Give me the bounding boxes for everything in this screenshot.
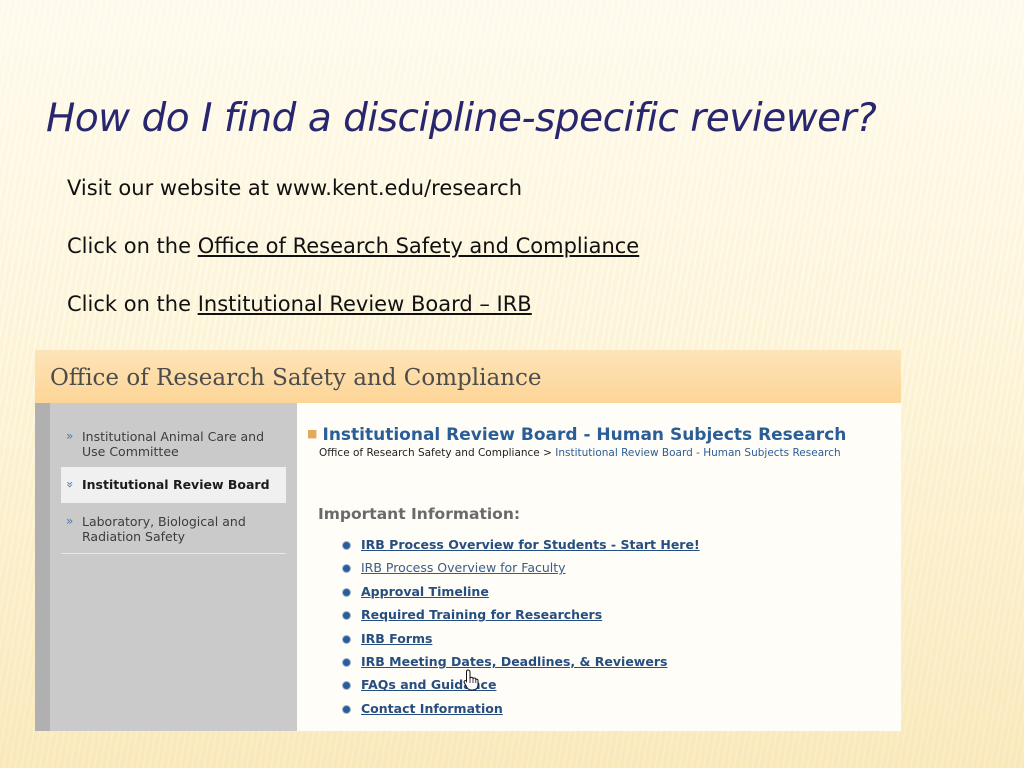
main-content: ■ Institutional Review Board - Human Sub… <box>297 403 901 731</box>
page-title: ■ Institutional Review Board - Human Sub… <box>307 425 846 445</box>
list-item: Required Training for Researchers <box>342 607 700 630</box>
circle-bullet-icon <box>342 704 351 714</box>
hand-pointer-icon <box>463 669 479 691</box>
instruction-prefix: Click on the <box>67 292 198 316</box>
breadcrumb: Office of Research Safety and Compliance… <box>319 447 841 459</box>
circle-bullet-icon <box>342 564 351 574</box>
sidebar-item-label: Institutional Review Board <box>82 477 270 492</box>
list-item: IRB Process Overview for Students - Star… <box>342 537 700 560</box>
circle-bullet-icon <box>342 587 351 597</box>
link-faculty-overview[interactable]: IRB Process Overview for Faculty <box>361 560 566 575</box>
site-header: Office of Research Safety and Compliance <box>35 350 901 403</box>
orsc-link[interactable]: Office of Research Safety and Compliance <box>198 234 640 258</box>
sidebar-item-lab-safety[interactable]: » Laboratory, Biological and Radiation S… <box>61 514 286 544</box>
sidebar-gutter <box>35 403 50 731</box>
circle-bullet-icon <box>342 634 351 644</box>
link-irb-forms[interactable]: IRB Forms <box>361 631 432 646</box>
breadcrumb-parent[interactable]: Office of Research Safety and Compliance <box>319 447 540 459</box>
info-links-list: IRB Process Overview for Students - Star… <box>342 537 700 724</box>
link-meeting-dates[interactable]: IRB Meeting Dates, Deadlines, & Reviewer… <box>361 654 667 669</box>
breadcrumb-separator: > <box>539 447 556 459</box>
circle-bullet-icon <box>342 611 351 621</box>
link-student-overview[interactable]: IRB Process Overview for Students - Star… <box>361 537 700 552</box>
square-bullet-icon: ■ <box>307 427 318 440</box>
site-header-title: Office of Research Safety and Compliance <box>50 365 542 391</box>
circle-bullet-icon <box>342 657 351 667</box>
link-approval-timeline[interactable]: Approval Timeline <box>361 584 489 599</box>
chevron-right-icon: » <box>66 514 74 528</box>
link-required-training[interactable]: Required Training for Researchers <box>361 607 602 622</box>
sidebar-item-animal-care[interactable]: » Institutional Animal Care and Use Comm… <box>61 429 286 459</box>
list-item: IRB Forms <box>342 631 700 654</box>
chevron-down-icon: » <box>63 480 78 489</box>
sidebar-item-irb[interactable]: » Institutional Review Board <box>61 467 286 503</box>
irb-link[interactable]: Institutional Review Board – IRB <box>198 292 532 316</box>
list-item: FAQs and Guidance <box>342 677 700 700</box>
sidebar-divider <box>61 553 286 554</box>
page-title-text: Institutional Review Board - Human Subje… <box>322 425 847 445</box>
chevron-right-icon: » <box>66 429 74 443</box>
instruction-website: Visit our website at www.kent.edu/resear… <box>67 176 523 200</box>
sidebar-item-label: Institutional Animal Care and Use Commit… <box>82 429 265 459</box>
list-item: IRB Process Overview for Faculty <box>342 560 700 583</box>
website-screenshot: Office of Research Safety and Compliance… <box>35 350 901 731</box>
instruction-orsc: Click on the Office of Research Safety a… <box>67 234 639 258</box>
sidebar: » Institutional Animal Care and Use Comm… <box>35 403 297 731</box>
list-item: Approval Timeline <box>342 584 700 607</box>
instruction-prefix: Click on the <box>67 234 198 258</box>
breadcrumb-current: Institutional Review Board - Human Subje… <box>555 447 841 459</box>
link-contact-info[interactable]: Contact Information <box>361 701 503 716</box>
slide-title: How do I find a discipline-specific revi… <box>46 96 877 141</box>
circle-bullet-icon <box>342 541 351 550</box>
circle-bullet-icon <box>342 681 351 691</box>
list-item: IRB Meeting Dates, Deadlines, & Reviewer… <box>342 654 700 677</box>
sidebar-item-label: Laboratory, Biological and Radiation Saf… <box>82 514 246 544</box>
info-heading: Important Information: <box>318 505 521 523</box>
instruction-irb: Click on the Institutional Review Board … <box>67 292 532 316</box>
list-item: Contact Information <box>342 701 700 724</box>
